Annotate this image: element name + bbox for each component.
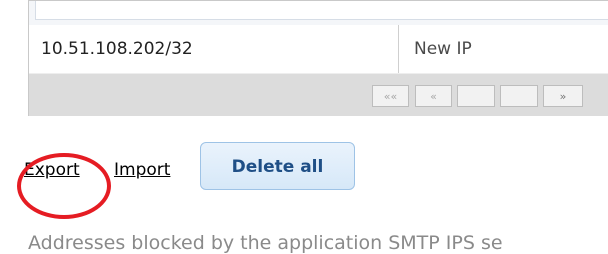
- import-link[interactable]: Import: [114, 160, 170, 180]
- first-page-button[interactable]: ««: [372, 85, 409, 107]
- blocked-addresses-description: Addresses blocked by the application SMT…: [28, 232, 503, 254]
- description-cell: New IP: [414, 39, 472, 59]
- table-header-strip: [29, 1, 608, 26]
- table-header-inner: [35, 1, 608, 20]
- ip-address-cell: 10.51.108.202/32: [29, 25, 399, 73]
- next-page-button[interactable]: »: [543, 85, 583, 107]
- page-slot[interactable]: [457, 85, 495, 107]
- delete-all-button[interactable]: Delete all: [200, 142, 355, 190]
- previous-page-button[interactable]: «: [415, 85, 452, 107]
- highlight-circle-annotation: [17, 153, 111, 219]
- ip-table: 10.51.108.202/32 New IP «« « »: [28, 0, 608, 116]
- page-slot[interactable]: [500, 85, 538, 107]
- table-row[interactable]: 10.51.108.202/32 New IP: [29, 25, 608, 74]
- pager-bar: «« « »: [29, 73, 608, 116]
